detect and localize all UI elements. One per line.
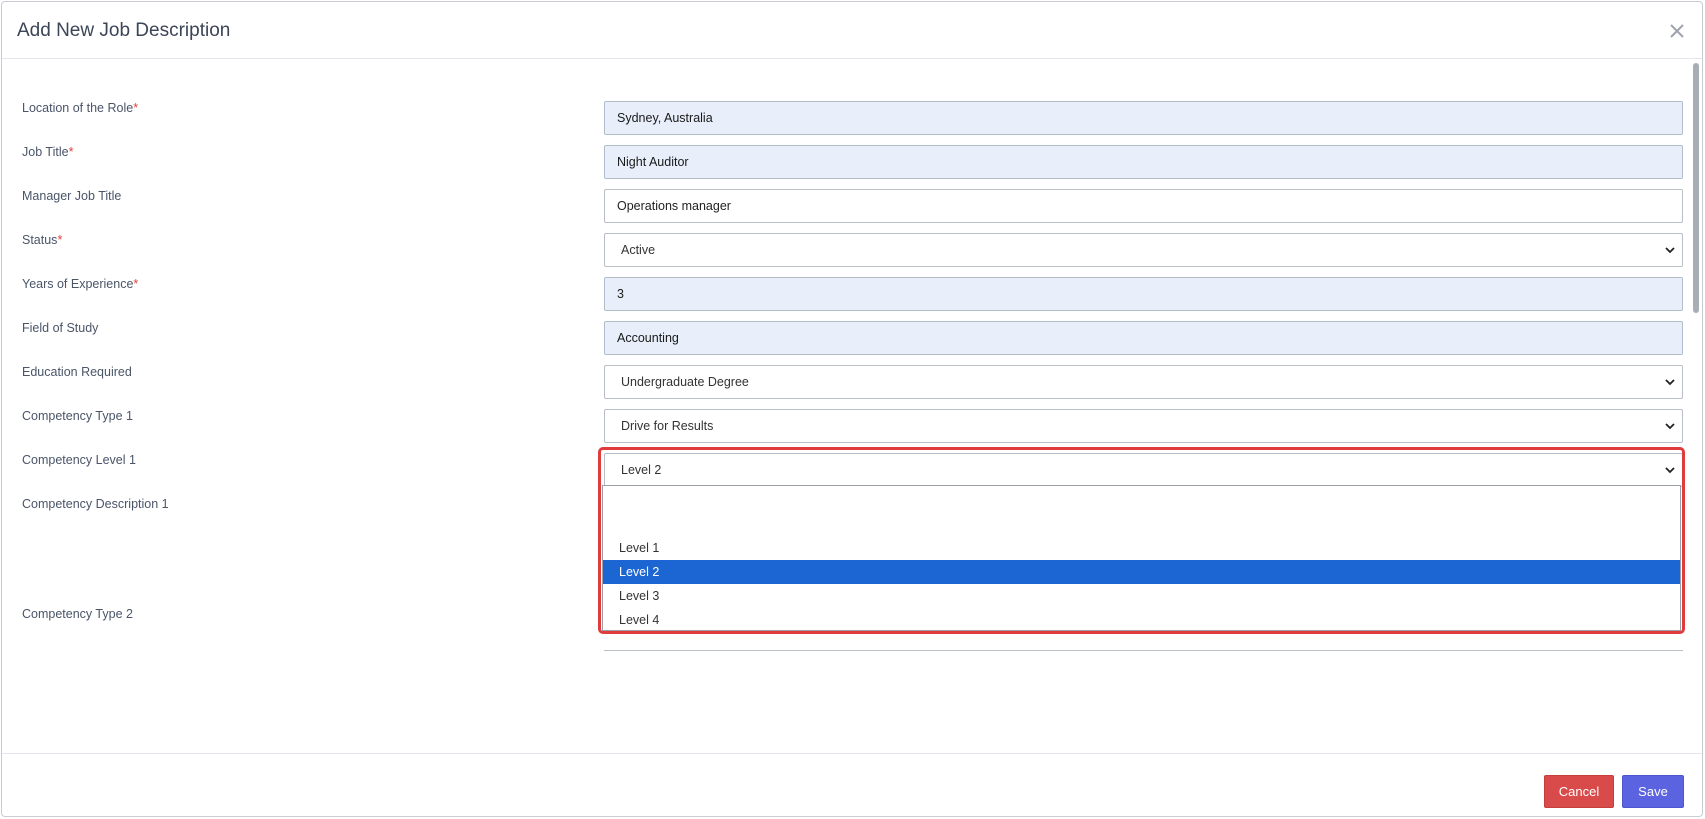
chevron-down-icon [1665, 247, 1675, 254]
competency-type-1-value: Drive for Results [621, 419, 714, 433]
competency-level-1-value: Level 2 [621, 463, 662, 477]
dropdown-option-level-1[interactable]: Level 1 [603, 536, 1680, 560]
years-experience-input[interactable]: 3 [604, 277, 1683, 311]
status-value: Active [621, 243, 656, 257]
dropdown-option-level-2[interactable]: Level 2 [603, 560, 1680, 584]
manager-job-title-input[interactable]: Operations manager [604, 189, 1683, 223]
manager-job-title-label: Manager Job Title [22, 189, 122, 203]
cancel-button[interactable]: Cancel [1544, 775, 1614, 808]
competency-level-1-select[interactable]: Level 2 [604, 453, 1683, 487]
field-of-study-input[interactable]: Accounting [604, 321, 1683, 355]
competency-type-2-label: Competency Type 2 [22, 607, 133, 621]
status-label: Status* [22, 233, 63, 247]
modal-header: Add New Job Description [2, 2, 1702, 59]
location-input[interactable]: Sydney, Australia [604, 101, 1683, 135]
required-marker: * [133, 277, 139, 291]
years-experience-label: Years of Experience* [22, 277, 139, 291]
competency-type-1-label: Competency Type 1 [22, 409, 133, 423]
field-of-study-label: Field of Study [22, 321, 99, 335]
competency-type-2-select-edge [604, 650, 1683, 654]
modal-body: Location of the Role* Sydney, Australia … [2, 59, 1702, 756]
competency-level-dropdown-list: Level 1 Level 2 Level 3 Level 4 [602, 485, 1681, 631]
job-title-label: Job Title* [22, 145, 74, 159]
education-required-label: Education Required [22, 365, 132, 379]
required-marker: * [133, 101, 139, 115]
modal-title: Add New Job Description [17, 20, 231, 41]
competency-description-1-label: Competency Description 1 [22, 497, 169, 511]
location-label: Location of the Role* [22, 101, 139, 115]
job-title-input[interactable]: Night Auditor [604, 145, 1683, 179]
scrollbar-thumb[interactable] [1693, 63, 1699, 313]
competency-level-1-label: Competency Level 1 [22, 453, 136, 467]
education-value: Undergraduate Degree [621, 375, 749, 389]
dropdown-option-level-4[interactable]: Level 4 [603, 608, 1680, 632]
chevron-down-icon [1665, 467, 1675, 474]
add-job-description-modal: Add New Job Description Location of the … [1, 1, 1703, 817]
competency-type-1-select[interactable]: Drive for Results [604, 409, 1683, 443]
status-select[interactable]: Active [604, 233, 1683, 267]
chevron-down-icon [1665, 423, 1675, 430]
required-marker: * [68, 145, 74, 159]
education-required-select[interactable]: Undergraduate Degree [604, 365, 1683, 399]
dropdown-option-level-3[interactable]: Level 3 [603, 584, 1680, 608]
save-button[interactable]: Save [1622, 775, 1684, 808]
required-marker: * [57, 233, 63, 247]
close-icon[interactable] [1666, 20, 1688, 42]
modal-footer: Cancel Save [2, 753, 1702, 816]
chevron-down-icon [1665, 379, 1675, 386]
